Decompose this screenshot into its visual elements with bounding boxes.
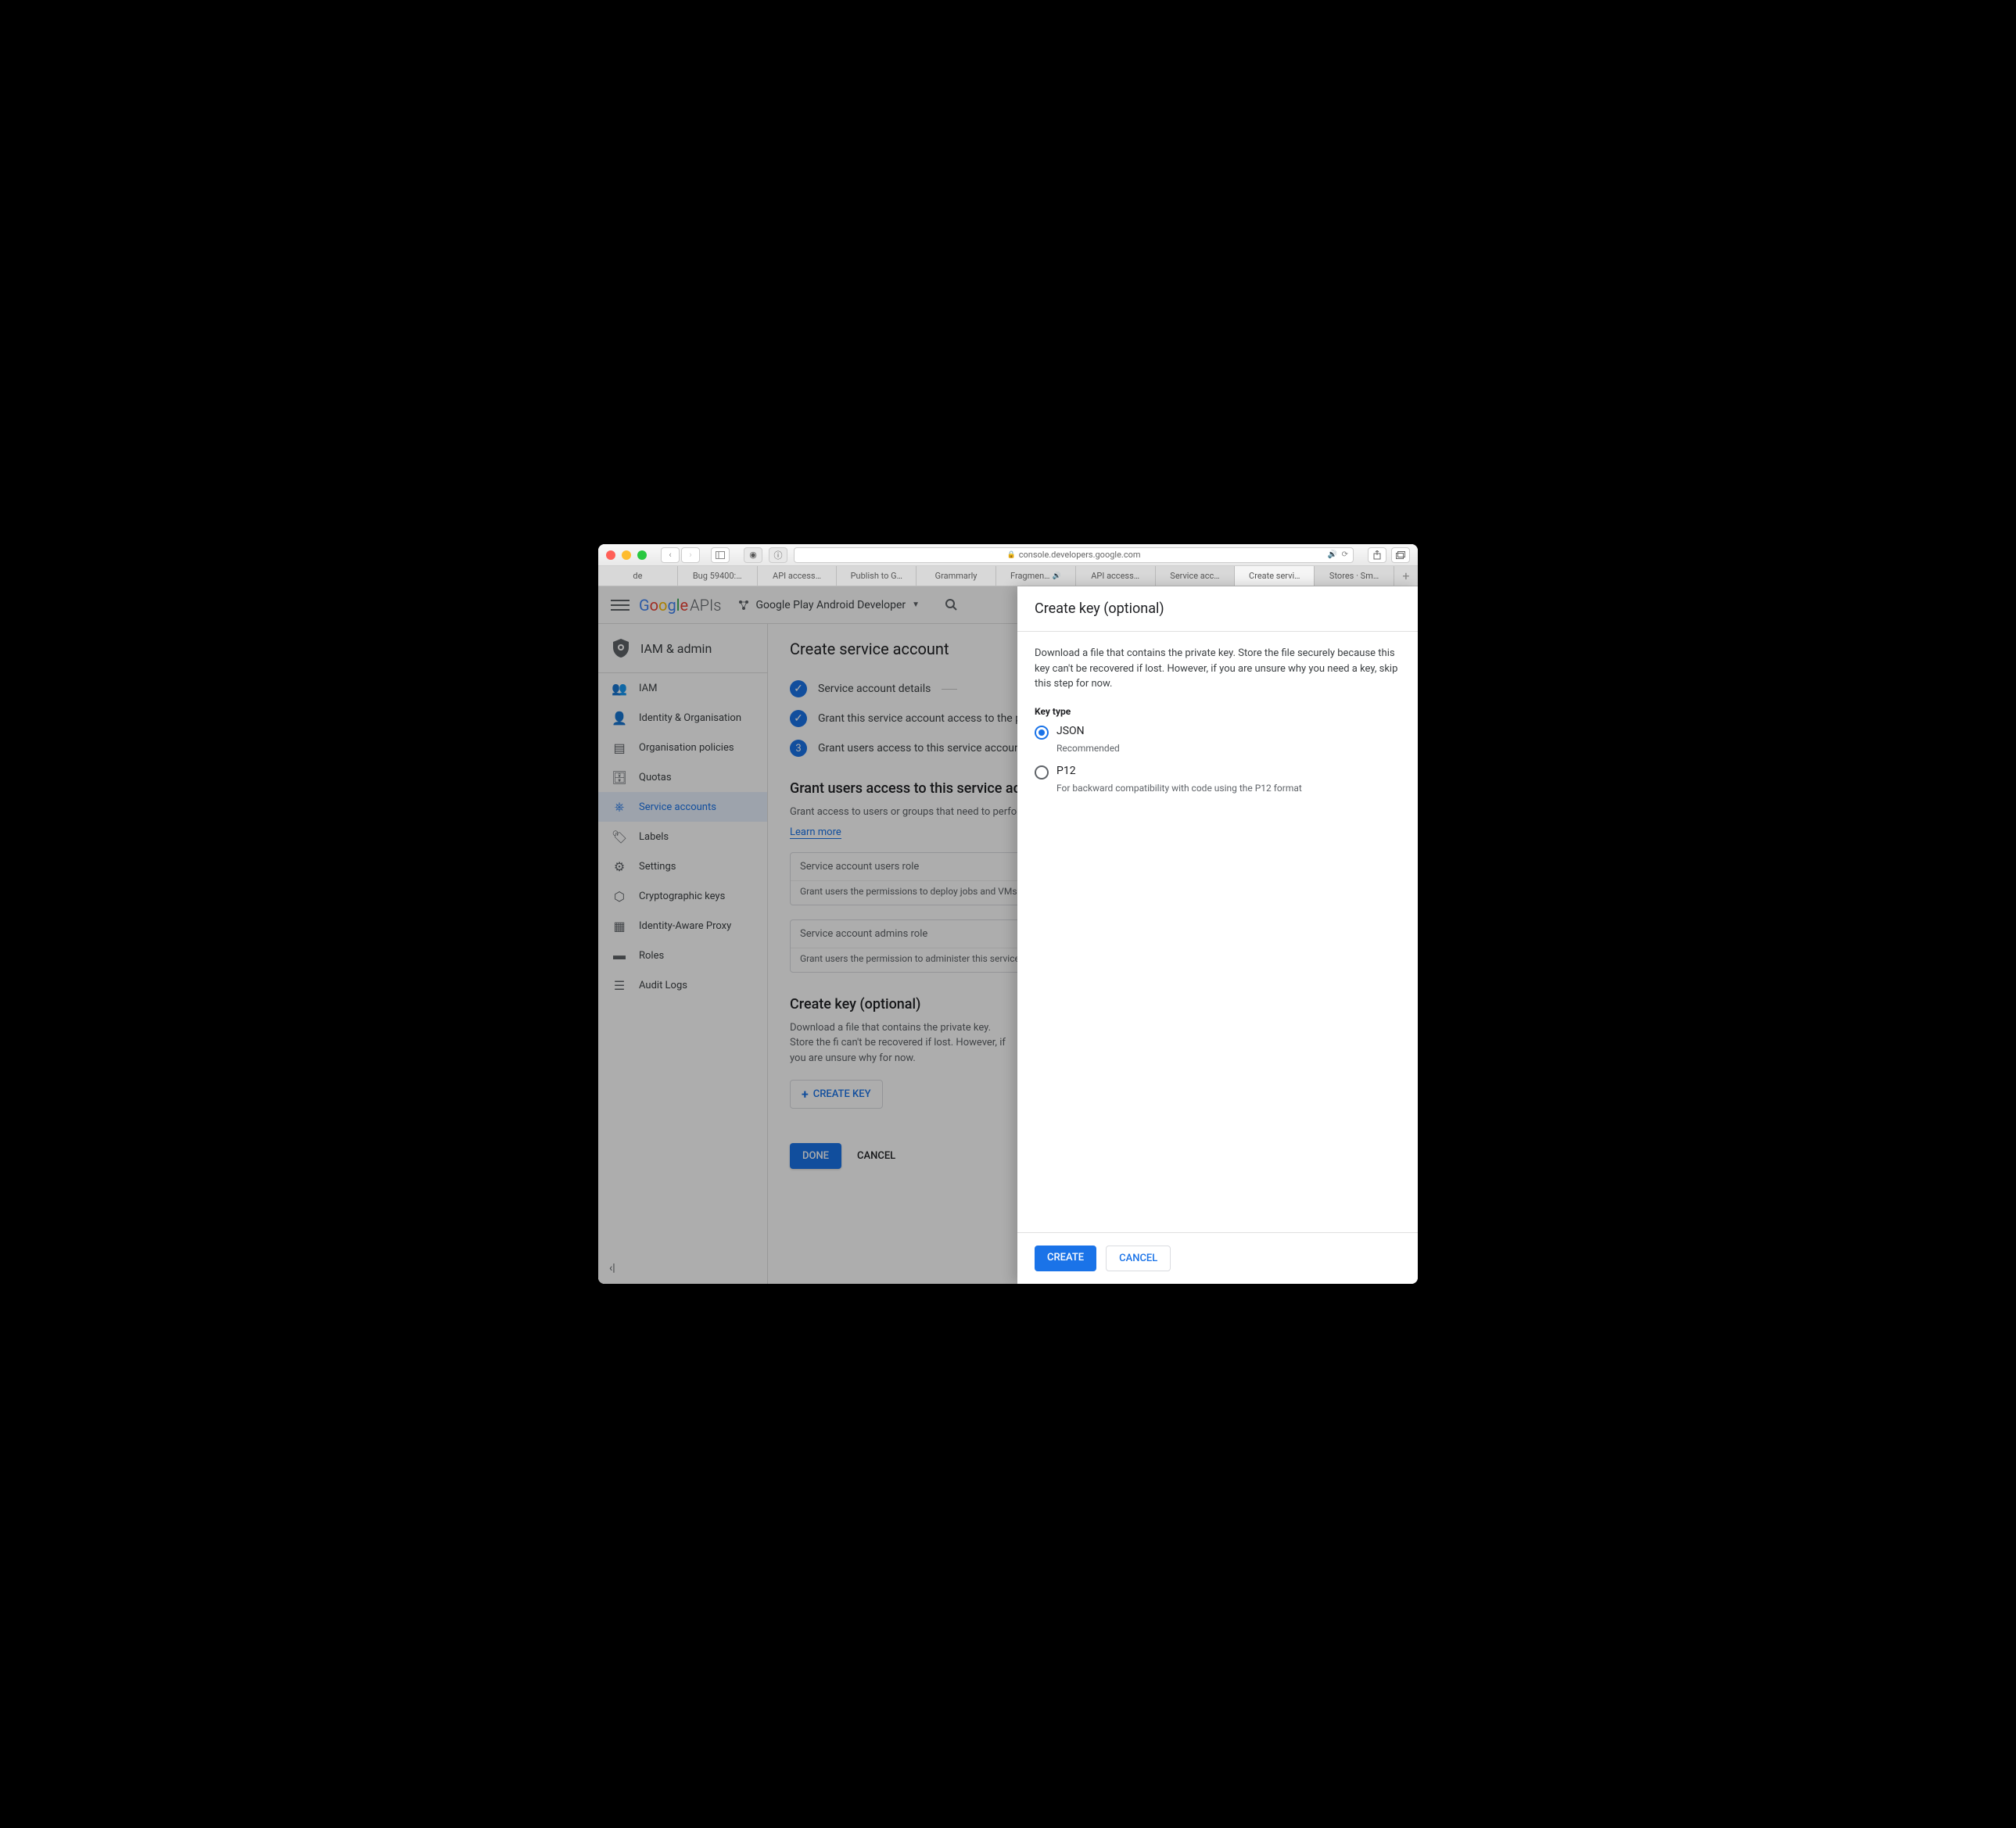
back-button[interactable]: ‹	[661, 547, 680, 563]
tab-bar: deBug 59400:…API access…Publish to G…Gra…	[598, 566, 1418, 586]
browser-tab[interactable]: Fragmen…🔊	[996, 566, 1076, 586]
adblock-ext-icon[interactable]: ⓘ	[769, 547, 787, 563]
panel-description: Download a file that contains the privat…	[1035, 646, 1401, 692]
browser-tab[interactable]: Create servi…	[1235, 566, 1315, 586]
browser-tab[interactable]: Grammarly	[917, 566, 996, 586]
keytype-option-json[interactable]: JSON	[1035, 725, 1401, 740]
browser-tab[interactable]: Stores · Sm…	[1315, 566, 1394, 586]
minimize-window[interactable]	[622, 550, 631, 560]
new-tab-button[interactable]: +	[1394, 566, 1418, 586]
refresh-icon[interactable]: ⟳	[1342, 550, 1348, 559]
radio-icon	[1035, 765, 1049, 780]
share-button[interactable]	[1368, 547, 1386, 563]
browser-tab[interactable]: de	[598, 566, 678, 586]
browser-tab[interactable]: API access…	[758, 566, 838, 586]
radio-icon	[1035, 726, 1049, 740]
radio-label: P12	[1056, 765, 1076, 777]
browser-tab[interactable]: Service acc…	[1156, 566, 1236, 586]
create-button[interactable]: CREATE	[1035, 1246, 1096, 1271]
keytype-option-p12[interactable]: P12	[1035, 765, 1401, 780]
radio-sublabel: For backward compatibility with code usi…	[1056, 783, 1401, 794]
audio-icon[interactable]: 🔊	[1328, 550, 1337, 559]
sidebar-toggle[interactable]	[711, 547, 730, 563]
forward-button[interactable]: ›	[681, 547, 700, 563]
page-content: GoogleAPIs Google Play Android Developer…	[598, 586, 1418, 1284]
cancel-button[interactable]: CANCEL	[1106, 1246, 1171, 1271]
button-label: CREATE	[1047, 1252, 1084, 1263]
create-key-panel: Create key (optional) Download a file th…	[1017, 586, 1418, 1284]
tab-audio-icon: 🔊	[1053, 572, 1061, 580]
lock-icon: 🔒	[1007, 551, 1016, 559]
browser-tab[interactable]: Bug 59400:…	[678, 566, 758, 586]
radio-label: JSON	[1056, 725, 1085, 737]
radio-sublabel: Recommended	[1056, 743, 1401, 754]
url-bar[interactable]: 🔒 console.developers.google.com 🔊 ⟳	[794, 547, 1354, 563]
button-label: CANCEL	[1119, 1253, 1157, 1264]
url-text: console.developers.google.com	[1019, 550, 1141, 560]
traffic-lights	[606, 550, 647, 560]
zoom-window[interactable]	[637, 550, 647, 560]
browser-tab[interactable]: Publish to G…	[837, 566, 917, 586]
browser-window: ‹ › ◉ ⓘ 🔒 console.developers.google.com …	[598, 544, 1418, 1284]
panel-title: Create key (optional)	[1017, 586, 1418, 632]
keytype-label: Key type	[1035, 706, 1401, 717]
browser-tab[interactable]: API access…	[1076, 566, 1156, 586]
titlebar: ‹ › ◉ ⓘ 🔒 console.developers.google.com …	[598, 544, 1418, 566]
grammarly-ext-icon[interactable]: ◉	[744, 547, 762, 563]
tabs-button[interactable]	[1391, 547, 1410, 563]
close-window[interactable]	[606, 550, 615, 560]
